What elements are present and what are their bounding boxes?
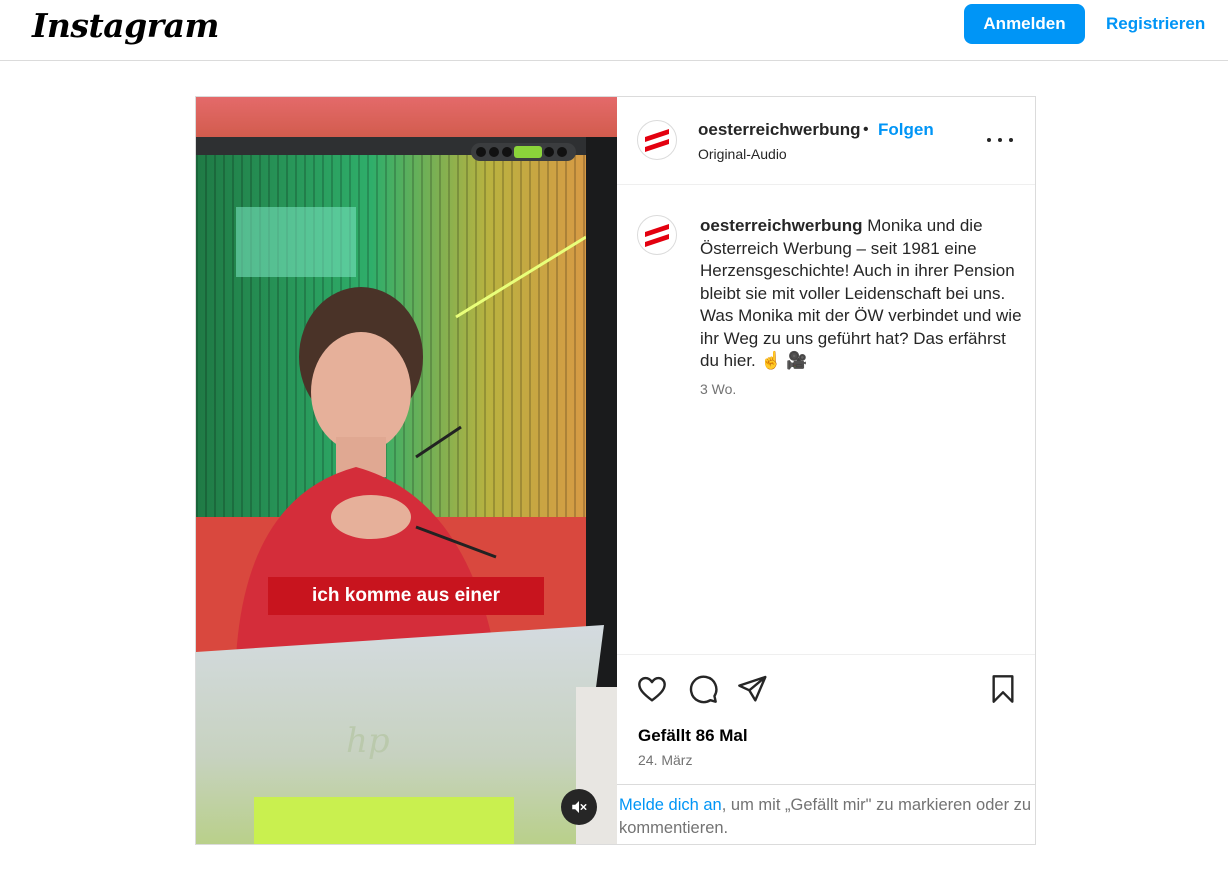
avatar[interactable] [637,120,677,160]
login-prompt-link[interactable]: Melde dich an [619,796,722,814]
register-button[interactable]: Registrieren [1100,4,1211,44]
separator-dot: • [863,121,869,138]
like-count[interactable]: Gefällt 86 Mal [638,726,748,746]
post-header: oesterreichwerbung • Folgen Original-Aud… [617,97,1035,185]
more-options-icon[interactable] [987,131,1013,149]
austria-logo-icon [645,224,669,247]
audio-label[interactable]: Original-Audio [698,146,787,162]
comment-icon[interactable] [687,673,719,705]
post-username[interactable]: oesterreichwerbung [698,120,861,140]
video-frame: hp [196,97,617,844]
bookmark-icon[interactable] [987,673,1019,705]
caption-text: Monika und die Österreich Werbung – seit… [700,216,1022,370]
caption-area: oesterreichwerbung Monika und die Österr… [617,185,1035,654]
post-side-panel: oesterreichwerbung • Folgen Original-Aud… [617,97,1035,844]
follow-button[interactable]: Folgen [878,120,934,140]
top-bar: Instagram Anmelden Registrieren [0,0,1228,61]
post-time-ago[interactable]: 3 Wo. [700,381,736,397]
action-bar: Gefällt 86 Mal 24. März [617,654,1035,784]
login-prompt: Melde dich an, um mit „Gefällt mir" zu m… [617,784,1035,844]
share-icon[interactable] [736,673,768,705]
video-subtitle: ich komme aus einer [268,577,544,615]
speaker-muted-icon [572,801,587,813]
post-date[interactable]: 24. März [638,752,692,768]
heart-icon[interactable] [636,673,668,705]
post-caption: oesterreichwerbung Monika und die Österr… [700,215,1025,373]
post-card: hp ich komme aus einer oesterreichwerbun… [195,96,1036,845]
instagram-logo[interactable]: Instagram [32,6,219,45]
post-video[interactable]: hp ich komme aus einer [196,97,617,844]
austria-logo-icon [645,129,669,152]
mute-button[interactable] [561,789,597,825]
caption-avatar[interactable] [637,215,677,255]
svg-text:hp: hp [346,721,390,761]
login-button[interactable]: Anmelden [964,4,1085,44]
caption-username[interactable]: oesterreichwerbung [700,216,863,235]
